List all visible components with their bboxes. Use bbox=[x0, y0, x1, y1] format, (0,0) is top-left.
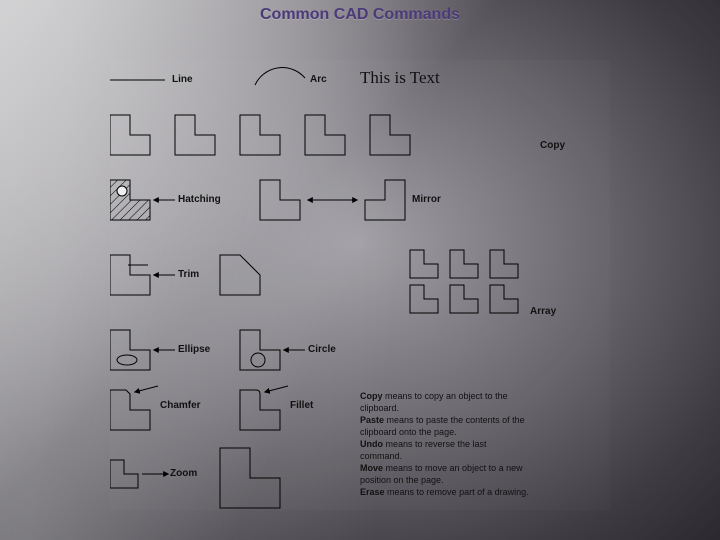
trim-after bbox=[220, 255, 260, 295]
paste-t: means to paste the contents of the clipb… bbox=[360, 415, 525, 437]
trim-label: Trim bbox=[178, 269, 199, 280]
cad-commands-diagram: Line Arc This is Text Copy Hatching Mirr… bbox=[110, 60, 610, 510]
copy-t: means to copy an object to the clipboard… bbox=[360, 391, 508, 413]
zoom-small bbox=[110, 460, 138, 488]
copy-shape-4 bbox=[305, 115, 345, 155]
hatching-label: Hatching bbox=[178, 194, 221, 205]
circle-label: Circle bbox=[308, 344, 336, 355]
copy-b: Copy bbox=[360, 391, 383, 401]
copy-shape-3 bbox=[240, 115, 280, 155]
undo-b: Undo bbox=[360, 439, 383, 449]
array-1 bbox=[410, 250, 438, 278]
chamfer-shape bbox=[110, 390, 150, 430]
slide-title: Common CAD Commands bbox=[0, 6, 720, 24]
mirror-right bbox=[365, 180, 405, 220]
array-4 bbox=[410, 285, 438, 313]
mirror-label: Mirror bbox=[412, 194, 441, 205]
trim-before bbox=[110, 255, 150, 295]
circle-shape bbox=[240, 330, 280, 370]
array-6 bbox=[490, 285, 518, 313]
copy-label: Copy bbox=[540, 140, 565, 151]
zoom-label: Zoom bbox=[170, 468, 197, 479]
fillet-shape bbox=[240, 390, 280, 430]
array-5 bbox=[450, 285, 478, 313]
move-b: Move bbox=[360, 463, 383, 473]
ellipse-label: Ellipse bbox=[178, 344, 210, 355]
array-2 bbox=[450, 250, 478, 278]
ellipse-shape bbox=[110, 330, 150, 370]
line-label: Line bbox=[172, 74, 193, 85]
erase-t: means to remove part of a drawing. bbox=[385, 487, 529, 497]
copy-shape-2 bbox=[175, 115, 215, 155]
arc-label: Arc bbox=[310, 74, 327, 85]
array-3 bbox=[490, 250, 518, 278]
text-sample: This is Text bbox=[360, 68, 440, 88]
chamfer-arrow bbox=[135, 386, 158, 392]
zoom-large bbox=[220, 448, 280, 508]
arc-sample bbox=[255, 68, 305, 85]
description-block: Copy means to copy an object to the clip… bbox=[360, 390, 530, 498]
fillet-arrow bbox=[265, 386, 288, 392]
erase-b: Erase bbox=[360, 487, 385, 497]
copy-shape-1 bbox=[110, 115, 150, 155]
move-t: means to move an object to a new positio… bbox=[360, 463, 523, 485]
copy-shape-5 bbox=[370, 115, 410, 155]
paste-b: Paste bbox=[360, 415, 384, 425]
hatching-shape bbox=[110, 180, 150, 220]
array-label: Array bbox=[530, 306, 556, 317]
chamfer-label: Chamfer bbox=[160, 400, 201, 411]
fillet-label: Fillet bbox=[290, 400, 313, 411]
mirror-left bbox=[260, 180, 300, 220]
